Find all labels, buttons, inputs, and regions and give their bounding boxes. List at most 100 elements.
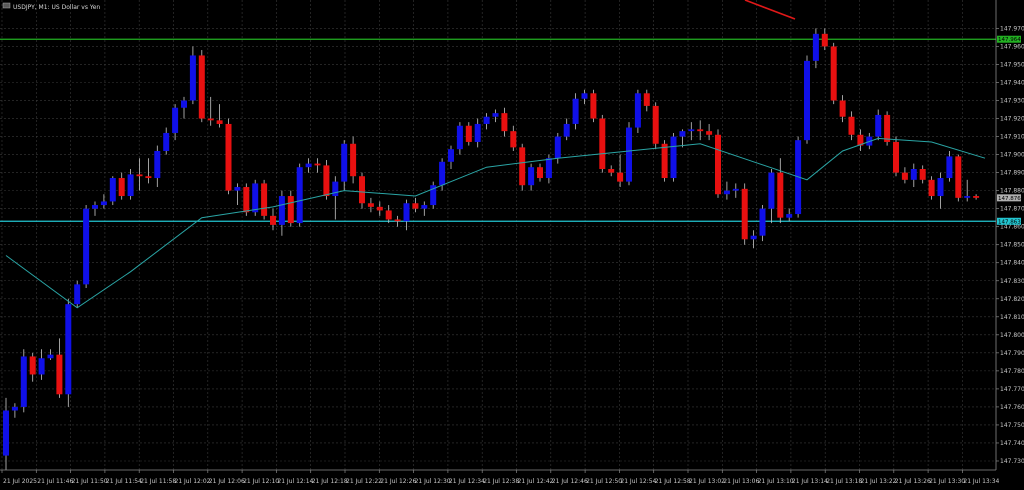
time-tick-label: 21 Jul 12:22 bbox=[346, 478, 382, 485]
time-tick-label: 21 Jul 12:34 bbox=[449, 478, 485, 485]
candle-bull bbox=[163, 132, 170, 151]
candle-bull bbox=[100, 201, 107, 206]
candle-bear bbox=[243, 187, 250, 213]
candle-bull bbox=[528, 167, 535, 186]
price-tick-label: 147.790 bbox=[1000, 350, 1024, 357]
candle-bull bbox=[189, 55, 196, 101]
time-tick-label: 21 Jul 12:30 bbox=[415, 478, 451, 485]
price-tick-label: 147.920 bbox=[1000, 116, 1024, 123]
price-tick-label: 147.770 bbox=[1000, 386, 1024, 393]
candle-bull bbox=[234, 187, 241, 191]
chart-window[interactable]: 147.970 147.960 147.950 147.940 147.930 147.9… bbox=[0, 0, 1024, 490]
price-tick-label: 147.970 bbox=[1000, 25, 1024, 32]
candle-bear bbox=[207, 118, 214, 121]
time-tick-label: 21 Jul 12:58 bbox=[655, 478, 691, 485]
time-tick-label: 21 Jul 12:50 bbox=[586, 478, 622, 485]
candle-bear bbox=[519, 147, 526, 186]
candle-bull bbox=[964, 196, 971, 198]
candle-bear bbox=[617, 172, 624, 182]
candle-bear bbox=[777, 172, 784, 218]
resistance-tag-label: 147.964 bbox=[998, 37, 1021, 43]
time-tick-label: 21 Jul 12:18 bbox=[312, 478, 348, 485]
candle-bear bbox=[706, 131, 713, 135]
candle-bull bbox=[554, 136, 561, 159]
price-tick-label: 147.740 bbox=[1000, 440, 1024, 447]
candle-bear bbox=[350, 143, 357, 177]
candle-bull bbox=[74, 284, 81, 305]
candle-bear bbox=[261, 183, 268, 216]
candle-bear bbox=[652, 105, 659, 144]
time-tick-label: 21 Jul 12:46 bbox=[552, 478, 588, 485]
candle-bull bbox=[545, 158, 552, 179]
candle-bull bbox=[910, 169, 917, 180]
candle-bear bbox=[270, 215, 276, 225]
candle-bear bbox=[367, 203, 374, 207]
chart-header: USDJPY, M1: US Dollar vs Yen bbox=[2, 2, 100, 11]
price-chart[interactable]: 147.970 147.960 147.950 147.940 147.930 147.9… bbox=[0, 0, 1024, 490]
candle-bear bbox=[412, 203, 419, 209]
price-tick-label: 147.820 bbox=[1000, 296, 1024, 303]
candle-bull bbox=[332, 181, 339, 197]
chart-title: USDJPY, M1: US Dollar vs Yen bbox=[13, 4, 100, 11]
candle-bear bbox=[599, 118, 606, 170]
price-tick-label: 147.730 bbox=[1000, 458, 1024, 465]
candle-bear bbox=[590, 93, 597, 119]
candle-bull bbox=[127, 174, 134, 197]
candle-bear bbox=[510, 131, 517, 148]
time-tick-label: 21 Jul 12:42 bbox=[518, 478, 554, 485]
price-tick-label: 147.760 bbox=[1000, 404, 1024, 411]
price-tick-label: 147.890 bbox=[1000, 170, 1024, 177]
candle-bull bbox=[38, 358, 45, 375]
time-tick-label: 21 Jul 12:06 bbox=[209, 478, 245, 485]
candle-bear bbox=[741, 188, 748, 240]
candle-bull bbox=[341, 143, 348, 182]
candle-bear bbox=[973, 196, 980, 198]
candle-bear bbox=[661, 143, 668, 179]
time-tick-label: 21 Jul 11:58 bbox=[140, 478, 176, 485]
candle-bull bbox=[937, 178, 944, 197]
candle-bull bbox=[723, 190, 730, 195]
candle-bear bbox=[56, 354, 63, 395]
time-tick-label: 21 Jul 13:02 bbox=[689, 478, 725, 485]
candle-bear bbox=[376, 206, 383, 211]
candle-bull bbox=[670, 136, 677, 179]
candle-bear bbox=[884, 114, 891, 142]
candle-bear bbox=[821, 33, 828, 47]
candle-bull bbox=[946, 156, 953, 179]
candle-bear bbox=[830, 46, 837, 101]
time-tick-label: 21 Jul 12:54 bbox=[620, 478, 656, 485]
candle-bull bbox=[804, 60, 810, 141]
price-tick-label: 147.940 bbox=[1000, 79, 1024, 86]
candle-bull bbox=[688, 129, 695, 132]
time-tick-label: 21 Jul 13:18 bbox=[826, 478, 862, 485]
candle-bear bbox=[287, 196, 294, 224]
candle-bear bbox=[314, 163, 321, 166]
candle-bull bbox=[750, 235, 757, 240]
candle-bull bbox=[456, 125, 463, 150]
candle-bull bbox=[474, 123, 481, 142]
price-tick-label: 147.810 bbox=[1000, 314, 1024, 321]
candle-bull bbox=[3, 410, 9, 456]
candle-bear bbox=[928, 179, 935, 197]
candle-bear bbox=[901, 172, 908, 180]
candle-bear bbox=[225, 123, 232, 191]
price-tick-label: 147.910 bbox=[1000, 134, 1024, 141]
price-tick-label: 147.750 bbox=[1000, 422, 1024, 429]
price-tick-label: 147.830 bbox=[1000, 278, 1024, 285]
candle-bear bbox=[839, 100, 846, 117]
candle-bear bbox=[118, 178, 125, 197]
candle-bull bbox=[154, 150, 161, 179]
candle-bear bbox=[608, 169, 615, 173]
price-tick-label: 147.840 bbox=[1000, 260, 1024, 267]
candle-bull bbox=[181, 100, 187, 108]
candle-bull bbox=[296, 167, 303, 224]
candle-bear bbox=[216, 120, 223, 124]
time-tick-label: 21 Jul 13:10 bbox=[758, 478, 794, 485]
symbol-icon bbox=[2, 2, 11, 9]
candle-bear bbox=[643, 93, 650, 106]
candle-bull bbox=[768, 172, 775, 209]
current-price-tag-label: 147.876 bbox=[998, 196, 1021, 202]
candle-bull bbox=[252, 183, 259, 213]
price-tick-label: 147.800 bbox=[1000, 332, 1024, 339]
candle-bull bbox=[172, 107, 179, 133]
